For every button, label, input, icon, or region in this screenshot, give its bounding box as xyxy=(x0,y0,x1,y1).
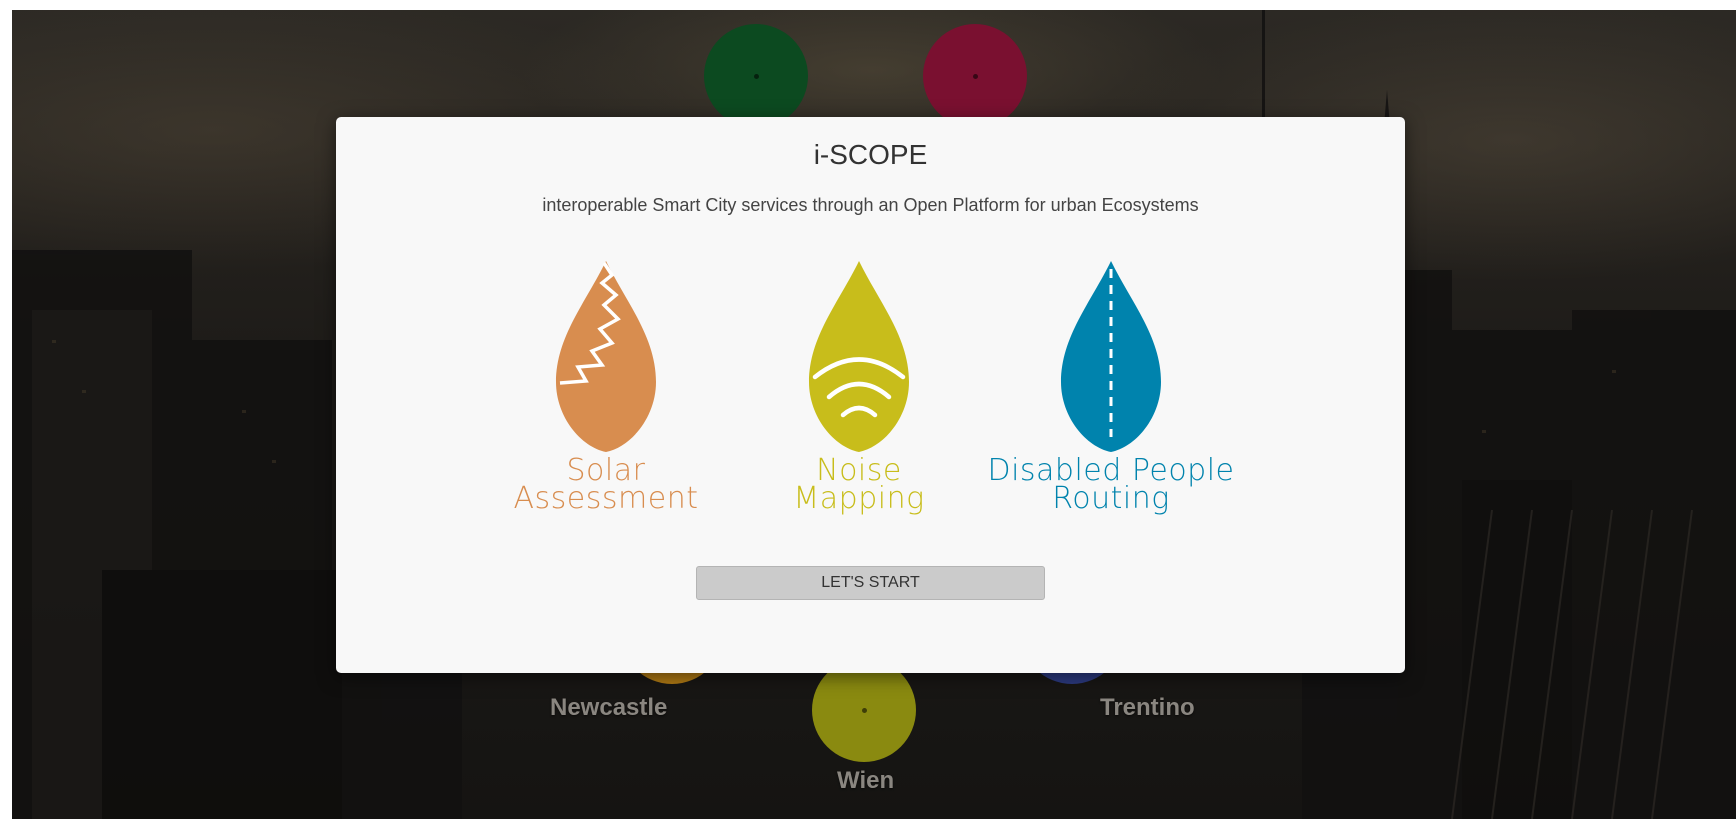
routing-drop-icon xyxy=(1061,261,1161,452)
service-label-routing: Disabled People Routing xyxy=(987,453,1235,516)
solar-drop-icon xyxy=(556,261,656,452)
city-label-wien[interactable]: Wien xyxy=(837,767,894,795)
map-marker-wien[interactable] xyxy=(812,658,916,762)
intro-modal: i-SCOPE interoperable Smart City service… xyxy=(336,117,1405,673)
modal-title: i-SCOPE xyxy=(813,139,928,170)
city-label-newcastle[interactable]: Newcastle xyxy=(550,694,667,722)
service-solar-assessment: Solar Assessment xyxy=(466,257,746,532)
service-label-noise: Noise Mapping xyxy=(793,453,925,516)
map-marker-top-red[interactable] xyxy=(923,24,1027,128)
service-disabled-people-routing: Disabled People Routing xyxy=(971,257,1251,532)
city-label-trentino[interactable]: Trentino xyxy=(1100,694,1195,722)
map-marker-top-green[interactable] xyxy=(704,24,808,128)
background-city-view: Newcastle Wien Trentino i-SCOPE interope… xyxy=(12,10,1736,819)
lets-start-button[interactable]: LET'S START xyxy=(696,566,1045,600)
service-noise-mapping: Noise Mapping xyxy=(719,257,999,532)
modal-subtitle: interoperable Smart City services throug… xyxy=(542,195,1199,215)
noise-drop-icon xyxy=(809,261,909,452)
service-label-solar: Solar Assessment xyxy=(513,453,699,516)
